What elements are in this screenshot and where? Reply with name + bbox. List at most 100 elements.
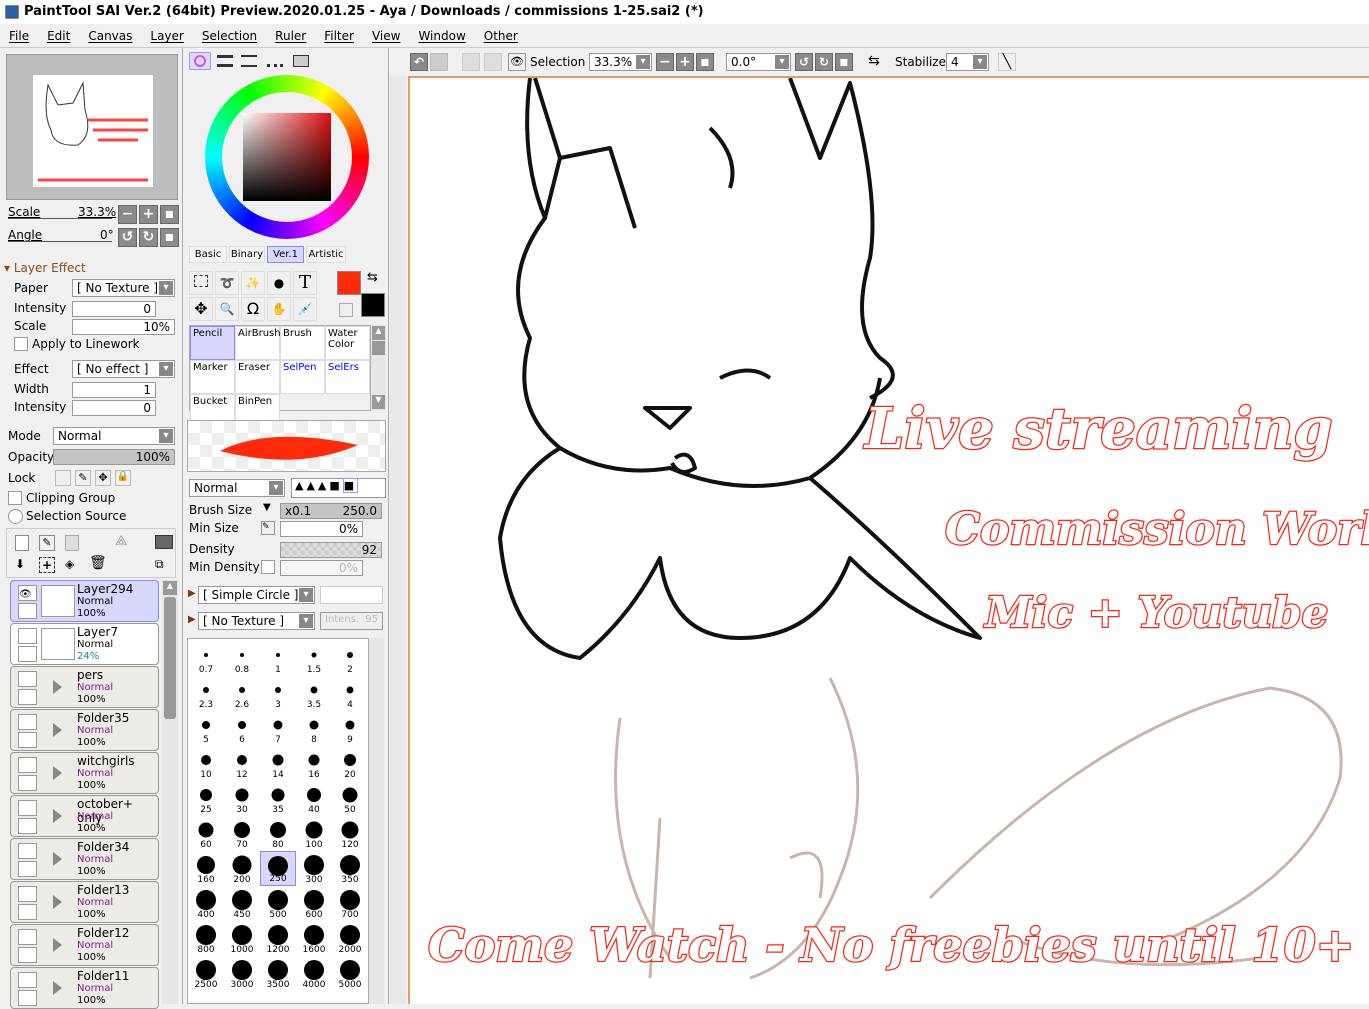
- brush-size-preset[interactable]: 14: [260, 746, 296, 781]
- scroll-up-button[interactable]: ▲: [163, 581, 177, 595]
- brush-size-preset[interactable]: 2: [332, 641, 368, 676]
- brush-size-preset[interactable]: 120: [332, 816, 368, 851]
- toolbar-rotate-left[interactable]: ↺: [795, 53, 813, 71]
- rect-select-icon[interactable]: [189, 271, 213, 295]
- pressure-density-checkbox[interactable]: [261, 560, 275, 574]
- visibility-toggle[interactable]: [18, 843, 37, 859]
- brush-size-preset[interactable]: 6: [224, 711, 260, 746]
- menu-edit[interactable]: Edit: [38, 24, 79, 48]
- brush-size-preset[interactable]: 35: [260, 781, 296, 816]
- brush-size-preset[interactable]: 500: [260, 886, 296, 921]
- select-toggle[interactable]: [18, 947, 37, 963]
- paper-scale-field[interactable]: 10%: [72, 319, 175, 335]
- brush-size-preset[interactable]: 0.7: [188, 641, 224, 676]
- delete-layer-icon[interactable]: 🗑: [89, 555, 107, 573]
- layer-item[interactable]: Folder13 Normal 100%: [10, 881, 159, 923]
- brush-size-preset[interactable]: 350: [332, 851, 368, 886]
- brush-size-preset[interactable]: 3500: [260, 956, 296, 991]
- tool-tab-basic[interactable]: Basic: [189, 246, 227, 263]
- brush-size-preset[interactable]: 3.5: [296, 676, 332, 711]
- scale-slider[interactable]: [8, 218, 112, 219]
- folder-expand-icon[interactable]: [53, 852, 62, 866]
- drawing-canvas[interactable]: Live streaming Commission Work Mic + You…: [408, 76, 1369, 1004]
- angle-value[interactable]: 0°: [100, 228, 114, 242]
- brush-size-preset[interactable]: 3000: [224, 956, 260, 991]
- folder-expand-icon[interactable]: [53, 723, 62, 737]
- visibility-toggle[interactable]: [18, 628, 37, 644]
- brush-grid-scrollbar[interactable]: ▲ ▼: [371, 325, 386, 411]
- zoom-dropdown[interactable]: 33.3%: [589, 53, 652, 71]
- brush-size-preset[interactable]: 2.6: [224, 676, 260, 711]
- tool-tab-ver1[interactable]: Ver.1: [267, 246, 304, 263]
- brush-size-preset[interactable]: 8: [296, 711, 332, 746]
- select-toggle[interactable]: [18, 646, 37, 662]
- layer-item[interactable]: Folder11 Normal 100%: [10, 967, 159, 1009]
- menu-file[interactable]: File: [0, 24, 38, 48]
- brush-size-preset[interactable]: 0.8: [224, 641, 260, 676]
- new-folder-icon[interactable]: [65, 535, 79, 551]
- color-wheel-tab[interactable]: [189, 52, 211, 70]
- menu-ruler[interactable]: Ruler: [266, 24, 315, 48]
- layer-effect-header[interactable]: ▾ Layer Effect: [4, 261, 86, 275]
- select-toggle[interactable]: [18, 818, 37, 834]
- brush-size-preset[interactable]: 9: [332, 711, 368, 746]
- layer-list-scrollbar[interactable]: ▲: [162, 580, 178, 1004]
- brush-size-preset[interactable]: 300: [296, 851, 332, 886]
- layer-item[interactable]: october+ only Normal 100%: [10, 795, 159, 837]
- redo-button[interactable]: [430, 53, 448, 71]
- brush-size-preset[interactable]: 2.3: [188, 676, 224, 711]
- brush-size-multiplier-dropdown[interactable]: ▼: [263, 502, 271, 513]
- zoom-reset-button[interactable]: ▪: [160, 205, 179, 224]
- menu-other[interactable]: Other: [475, 24, 527, 48]
- brush-size-preset[interactable]: 2000: [332, 921, 368, 956]
- min-size-field[interactable]: 0%: [280, 521, 363, 537]
- zoom-in-button[interactable]: +: [139, 205, 158, 224]
- deselect-button[interactable]: [462, 53, 480, 71]
- brush-size-preset[interactable]: 4: [332, 676, 368, 711]
- angle-slider[interactable]: [8, 241, 112, 242]
- new-layer-set-icon[interactable]: ⧉: [155, 557, 175, 573]
- brush-size-preset[interactable]: 100: [296, 816, 332, 851]
- brush-shape-dropdown[interactable]: [ Simple Circle ]: [198, 586, 315, 604]
- brush-brush[interactable]: Brush: [280, 326, 325, 360]
- undo-button[interactable]: ↶: [410, 53, 428, 71]
- folder-expand-icon[interactable]: [53, 981, 62, 995]
- toolbar-rotate-right[interactable]: ↻: [815, 53, 833, 71]
- zoom-out-button[interactable]: −: [118, 205, 137, 224]
- brush-size-preset[interactable]: 30: [224, 781, 260, 816]
- new-layer-icon[interactable]: [15, 535, 29, 551]
- brush-size-preset[interactable]: 16: [296, 746, 332, 781]
- folder-expand-icon[interactable]: [53, 680, 62, 694]
- brush-size-preset[interactable]: 12: [224, 746, 260, 781]
- brush-marker[interactable]: Marker: [190, 360, 235, 394]
- effect-dropdown[interactable]: [ No effect ]: [72, 360, 175, 378]
- paper-dropdown[interactable]: [ No Texture ]: [72, 279, 175, 297]
- blend-mode-dropdown[interactable]: Normal: [53, 427, 175, 445]
- toolbar-zoom-in[interactable]: +: [676, 53, 694, 71]
- tool-tab-artistic[interactable]: Artistic: [306, 246, 346, 263]
- visibility-toggle[interactable]: [18, 800, 37, 816]
- brush-size-preset[interactable]: 70: [224, 816, 260, 851]
- density-slider[interactable]: 92: [280, 542, 382, 558]
- select-toggle[interactable]: [18, 775, 37, 791]
- select-toggle[interactable]: [18, 689, 37, 705]
- invert-selection-button[interactable]: [484, 53, 502, 71]
- rotation-dropdown[interactable]: 0.0°: [726, 53, 791, 71]
- show-selection-icon[interactable]: 👁: [508, 53, 526, 71]
- scroll-thumb[interactable]: [164, 597, 176, 719]
- layer-item[interactable]: Folder34 Normal 100%: [10, 838, 159, 880]
- clipping-group-checkbox[interactable]: [8, 491, 22, 505]
- navigator-preview[interactable]: [6, 54, 178, 200]
- canvas-vertical-scrollbar[interactable]: [390, 76, 406, 1004]
- brush-size-preset[interactable]: 5000: [332, 956, 368, 991]
- swap-colors-icon[interactable]: ⇆: [367, 270, 378, 285]
- shape-icon[interactable]: ●: [267, 271, 291, 295]
- line-tool-icon[interactable]: ╲: [998, 53, 1016, 71]
- menu-window[interactable]: Window: [409, 24, 474, 48]
- eyedropper-icon[interactable]: 💉: [293, 297, 317, 321]
- transparent-color-icon[interactable]: [339, 303, 353, 317]
- brush-size-preset[interactable]: 80: [260, 816, 296, 851]
- flip-horizontal-icon[interactable]: ⇆: [865, 53, 883, 71]
- menu-layer[interactable]: Layer: [141, 24, 192, 48]
- shape-expand-icon[interactable]: ▶: [188, 588, 196, 599]
